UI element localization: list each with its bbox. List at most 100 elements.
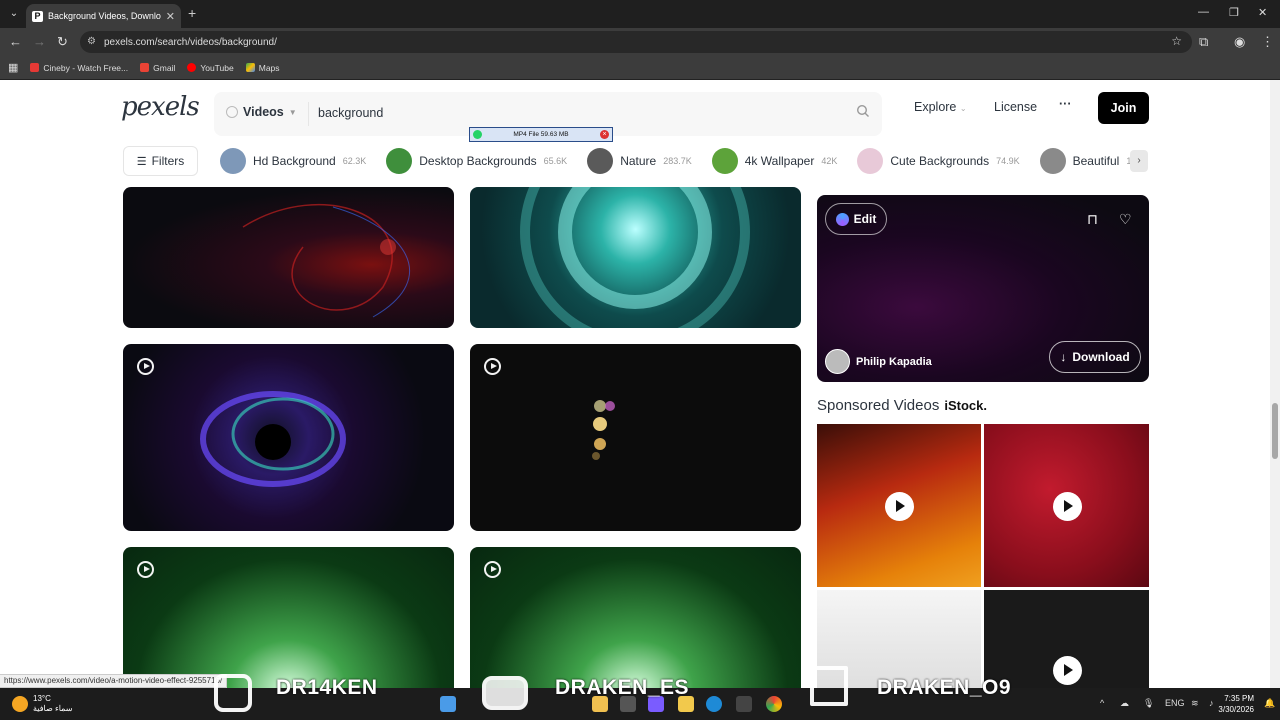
forward-icon[interactable]: →	[33, 34, 46, 49]
explore-label: Explore	[914, 100, 957, 114]
show-hidden-icons[interactable]: ^	[1100, 698, 1104, 708]
youtube-overlay-icon	[482, 676, 528, 710]
microphone-icon[interactable]: 🎙	[1143, 698, 1154, 709]
extensions-icon[interactable]: ⧉	[1199, 34, 1208, 50]
store-icon[interactable]	[736, 696, 752, 712]
search-input[interactable]: background	[318, 106, 383, 120]
bookmark-label: Gmail	[153, 62, 176, 73]
play-button-icon[interactable]	[885, 491, 914, 521]
istock-logo[interactable]: iStock.	[944, 398, 987, 413]
sponsored-video[interactable]	[984, 590, 1149, 688]
tab-search-icon[interactable]: ⌄	[6, 6, 22, 22]
download-file-label: MP4 File 59.63 MB	[513, 131, 569, 138]
author-info[interactable]: Philip Kapadia	[825, 349, 932, 374]
download-arrow-icon: ↓	[1060, 350, 1067, 364]
address-url: pexels.com/search/videos/background/	[104, 36, 277, 48]
video-card[interactable]	[123, 547, 454, 688]
like-heart-icon[interactable]: ♡	[1119, 211, 1132, 228]
bookmark-label: Maps	[258, 62, 280, 73]
weather-widget[interactable]: 13°C سماء صافية	[33, 694, 73, 714]
sponsored-video[interactable]	[817, 424, 981, 587]
bookmark-maps[interactable]: Maps	[245, 62, 280, 73]
bookmark-gmail[interactable]: Gmail	[140, 63, 175, 73]
close-tab-icon[interactable]: ✕	[166, 10, 175, 23]
notifications-icon[interactable]: 🔔	[1264, 698, 1275, 709]
download-button[interactable]: ↓ Download	[1049, 341, 1141, 373]
new-tab-icon[interactable]: +	[188, 5, 196, 21]
pexels-favicon: P	[32, 10, 43, 22]
featured-video-card[interactable]: Edit ⊓ ♡ Philip Kapadia ↓ Download	[817, 195, 1149, 382]
filter-icon: ☰	[136, 155, 147, 168]
close-window-icon[interactable]: ✕	[1258, 6, 1267, 19]
weather-condition: سماء صافية	[33, 704, 73, 713]
bookmark-star-icon[interactable]: ☆	[1171, 34, 1182, 48]
sponsored-title: Sponsored Videos	[817, 397, 940, 414]
chip-label: Nature	[620, 154, 657, 168]
related-search-chip[interactable]: 4k Wallpaper 42K	[711, 146, 848, 176]
weather-icon[interactable]	[12, 696, 28, 712]
bookmark-label: Cineby - Watch Free...	[43, 62, 129, 73]
volume-icon[interactable]: ♪	[1209, 698, 1214, 708]
start-icon[interactable]	[440, 696, 456, 712]
browser-tab[interactable]: P Background Videos, Download ✕	[26, 4, 181, 28]
explore-menu[interactable]: Explore ⌄	[914, 100, 967, 114]
address-bar[interactable]: ⚙ pexels.com/search/videos/background/ ☆	[80, 31, 1192, 53]
related-search-chip[interactable]: Nature 283.7K	[587, 146, 702, 176]
edge-icon[interactable]	[706, 696, 722, 712]
wifi-icon[interactable]: ≋	[1191, 698, 1199, 709]
system-clock[interactable]: 7:35 PM 3/30/2026	[1218, 693, 1254, 715]
chip-count: 62.3K	[342, 156, 367, 166]
video-card[interactable]	[470, 187, 801, 328]
back-icon[interactable]: ←	[9, 34, 22, 49]
weather-temp: 13°C	[33, 694, 51, 703]
video-card[interactable]	[470, 547, 801, 688]
chip-thumbnail	[587, 148, 614, 174]
browser-menu-icon[interactable]: ⋮	[1261, 34, 1274, 50]
site-info-icon[interactable]: ⚙	[87, 36, 96, 47]
minimize-icon[interactable]: —	[1198, 6, 1209, 18]
video-play-icon	[484, 358, 501, 375]
profile-icon[interactable]: ◉	[1234, 34, 1245, 50]
video-thumbnail	[242, 203, 410, 318]
chip-count: 283.7K	[663, 156, 692, 166]
search-type-dropdown[interactable]: Videos ▼	[226, 105, 297, 119]
license-link[interactable]: License	[994, 100, 1037, 114]
bookmark-cineby[interactable]: Cineby - Watch Free...	[30, 63, 128, 73]
whatsapp-icon	[473, 130, 482, 139]
edit-button[interactable]: Edit	[825, 203, 887, 235]
clock-time: 7:35 PM	[1224, 694, 1254, 703]
sponsored-video[interactable]	[984, 424, 1149, 587]
play-button-icon[interactable]	[1052, 491, 1082, 521]
chip-thumbnail	[1039, 148, 1066, 174]
related-search-chip[interactable]: Desktop Backgrounds 65.6K	[386, 146, 577, 176]
close-icon[interactable]: ×	[600, 130, 609, 139]
language-indicator[interactable]: ENG	[1165, 698, 1185, 708]
related-search-chip[interactable]: Hd Background 62.3K	[220, 146, 376, 176]
related-search-chip[interactable]: Cute Backgrounds 74.9K	[857, 146, 1029, 176]
bookmark-icon[interactable]: ⊓	[1087, 211, 1098, 228]
apps-icon[interactable]: ▦	[8, 61, 18, 74]
chrome-icon[interactable]	[766, 696, 782, 712]
chip-count: 65.6K	[543, 156, 568, 166]
video-card[interactable]	[123, 187, 454, 328]
reload-icon[interactable]: ↻	[57, 34, 68, 50]
chevron-right-icon[interactable]: ›	[1130, 150, 1148, 172]
related-searches: Hd Background 62.3K Desktop Backgrounds 65.…	[220, 146, 1148, 176]
chip-label: Desktop Backgrounds	[419, 154, 537, 168]
pexels-logo[interactable]: pexels	[121, 92, 200, 122]
page-scrollbar[interactable]	[1270, 80, 1280, 688]
video-card[interactable]	[470, 344, 801, 531]
more-menu-icon[interactable]: ···	[1059, 97, 1072, 111]
maximize-icon[interactable]: ❐	[1229, 6, 1239, 19]
video-card[interactable]	[123, 344, 454, 531]
search-icon[interactable]	[856, 104, 870, 118]
onedrive-icon[interactable]: ☁	[1120, 698, 1129, 709]
filters-button[interactable]: ☰ Filters	[123, 146, 198, 176]
chip-label: Cute Backgrounds	[890, 154, 990, 168]
scrollbar-thumb[interactable]	[1272, 403, 1278, 459]
play-button-icon[interactable]	[1052, 656, 1082, 686]
download-progress-banner[interactable]: MP4 File 59.63 MB ×	[469, 127, 613, 142]
bookmark-youtube[interactable]: YouTube	[187, 63, 234, 73]
video-play-icon	[137, 561, 154, 578]
join-button[interactable]: Join	[1098, 92, 1149, 124]
